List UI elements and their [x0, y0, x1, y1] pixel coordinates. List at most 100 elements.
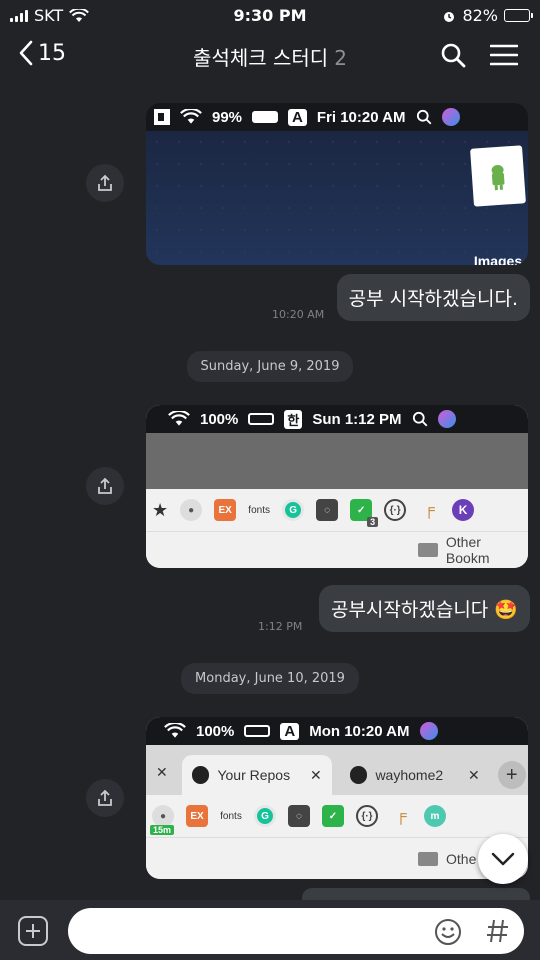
member-count: 2 [334, 46, 347, 70]
message-time: 10:20 AM [272, 308, 325, 321]
menubar-clock: Mon 10:20 AM [309, 722, 410, 740]
wood-icon: ╒ [395, 807, 407, 824]
browser-tab[interactable]: Your Repos ✕ [181, 755, 332, 795]
android-icon [491, 165, 505, 191]
emoji-icon[interactable] [434, 918, 462, 946]
wifi-icon [168, 411, 190, 426]
k-icon: K [452, 499, 475, 521]
search-icon[interactable] [440, 42, 466, 68]
hashtag-icon[interactable] [486, 918, 510, 944]
tomato-icon: ● [180, 499, 203, 521]
message-time: 1:12 PM [258, 620, 303, 633]
share-icon [98, 789, 112, 806]
tab-title: wayhome2 [375, 767, 444, 783]
close-icon[interactable]: ✕ [310, 767, 322, 784]
mac-menubar: 99% A Fri 10:20 AM [146, 103, 528, 131]
bulb-icon: ◌ [316, 499, 339, 521]
battery-icon [252, 111, 279, 123]
input-source: A [280, 722, 300, 740]
battery-percent: 82% [462, 6, 498, 25]
menubar-battery: 100% [196, 722, 235, 740]
desktop-wallpaper: Images [146, 131, 528, 265]
grammarly-icon: G [254, 805, 276, 827]
date-divider: Monday, June 10, 2019 [0, 663, 540, 694]
extensions-bar: ● 15m EX fonts G ◌ ✓ {·} ╒ m [146, 795, 528, 837]
chat-header: 15 출석체크 스터디 2 [0, 30, 540, 80]
close-icon[interactable]: ✕ [468, 767, 480, 784]
fonts-icon: fonts [220, 810, 242, 822]
message-bubble[interactable]: 공부시작하겠습니다 🤩 [318, 585, 530, 632]
desktop-label: Images [473, 253, 523, 265]
folder-thumbnail [470, 145, 526, 207]
share-icon [98, 477, 112, 494]
browser-tab[interactable]: wayhome2 ✕ [340, 755, 490, 795]
wood-icon: ╒ [423, 501, 435, 518]
extensions-bar: ★ ● EX fonts G ◌ ✓ 3 {·} ╒ K [146, 489, 528, 531]
battery-charging-icon [244, 725, 271, 737]
composer-bar [0, 900, 540, 960]
wifi-icon [180, 109, 202, 124]
message-bubble[interactable]: 공부 시작하겠습니다. [336, 274, 530, 321]
menubar-battery: 100% [200, 410, 239, 428]
share-button[interactable] [86, 164, 124, 202]
siri-icon [441, 108, 460, 126]
share-button[interactable] [86, 779, 124, 817]
mac-menubar: 100% 한 Sun 1:12 PM [146, 405, 528, 433]
shield-icon: ✓ [322, 805, 344, 827]
menu-icon[interactable] [490, 42, 518, 68]
battery-charging-icon [248, 413, 275, 425]
wifi-icon [164, 723, 186, 738]
input-source: A [288, 108, 307, 126]
status-right: 82% [442, 6, 533, 25]
ex-icon: EX [186, 805, 208, 827]
date-label: Sunday, June 9, 2019 [186, 351, 354, 382]
folder-icon [418, 851, 438, 866]
code-icon: {·} [384, 499, 407, 521]
search-icon [416, 109, 431, 125]
grammarly-icon: G [282, 499, 305, 521]
m-icon: m [424, 805, 446, 827]
header-actions [440, 42, 518, 68]
share-icon [98, 174, 112, 191]
message-input[interactable] [68, 908, 408, 954]
siri-icon [419, 722, 438, 740]
image-message[interactable]: 99% A Fri 10:20 AM Images [146, 103, 528, 265]
fonts-icon: fonts [248, 504, 270, 516]
star-icon: ★ [152, 499, 169, 521]
bookmark-folder: Other Bookm [445, 534, 490, 566]
plus-icon [26, 924, 40, 938]
image-message[interactable]: 100% 한 Sun 1:12 PM ★ ● EX fonts G ◌ ✓ 3 {… [146, 405, 528, 568]
code-icon: {·} [356, 805, 378, 827]
extension-badge: 3 [367, 517, 379, 527]
siri-icon [437, 410, 456, 428]
alarm-icon [444, 11, 455, 22]
close-icon[interactable]: ✕ [150, 764, 174, 795]
chevron-down-icon [491, 852, 515, 866]
attach-button[interactable] [18, 916, 48, 946]
menubar-battery: 99% [212, 108, 243, 126]
bookmarks-bar: Other Bookm [146, 531, 528, 568]
mac-menubar: 100% A Mon 10:20 AM [146, 717, 528, 745]
menubar-clock: Fri 10:20 AM [316, 108, 406, 126]
tab-title: Your Repos [217, 767, 291, 783]
bulb-icon: ◌ [288, 805, 310, 827]
message-field[interactable] [68, 908, 524, 954]
date-label: Monday, June 10, 2019 [181, 663, 359, 694]
share-button[interactable] [86, 467, 124, 505]
image-message[interactable]: 100% A Mon 10:20 AM ✕ Your Repos ✕ wayho… [146, 717, 528, 879]
timer-badge: 15m [150, 825, 175, 835]
folder-icon [418, 543, 438, 557]
search-icon [412, 411, 427, 427]
github-icon [349, 766, 368, 784]
browser-tabs: ✕ Your Repos ✕ wayhome2 ✕ + [146, 745, 528, 795]
menubar-clock: Sun 1:12 PM [312, 410, 402, 428]
input-source: 한 [284, 409, 303, 429]
room-name: 출석체크 스터디 [193, 46, 329, 70]
scroll-to-bottom-button[interactable] [478, 834, 528, 884]
battery-icon [504, 9, 533, 22]
new-tab-icon[interactable]: + [497, 761, 526, 789]
ex-icon: EX [214, 499, 237, 521]
status-bar: SKT 9:30 PM 82% [0, 0, 540, 30]
bookmark-folder: Othe [446, 850, 477, 867]
date-divider: Sunday, June 9, 2019 [0, 351, 540, 382]
